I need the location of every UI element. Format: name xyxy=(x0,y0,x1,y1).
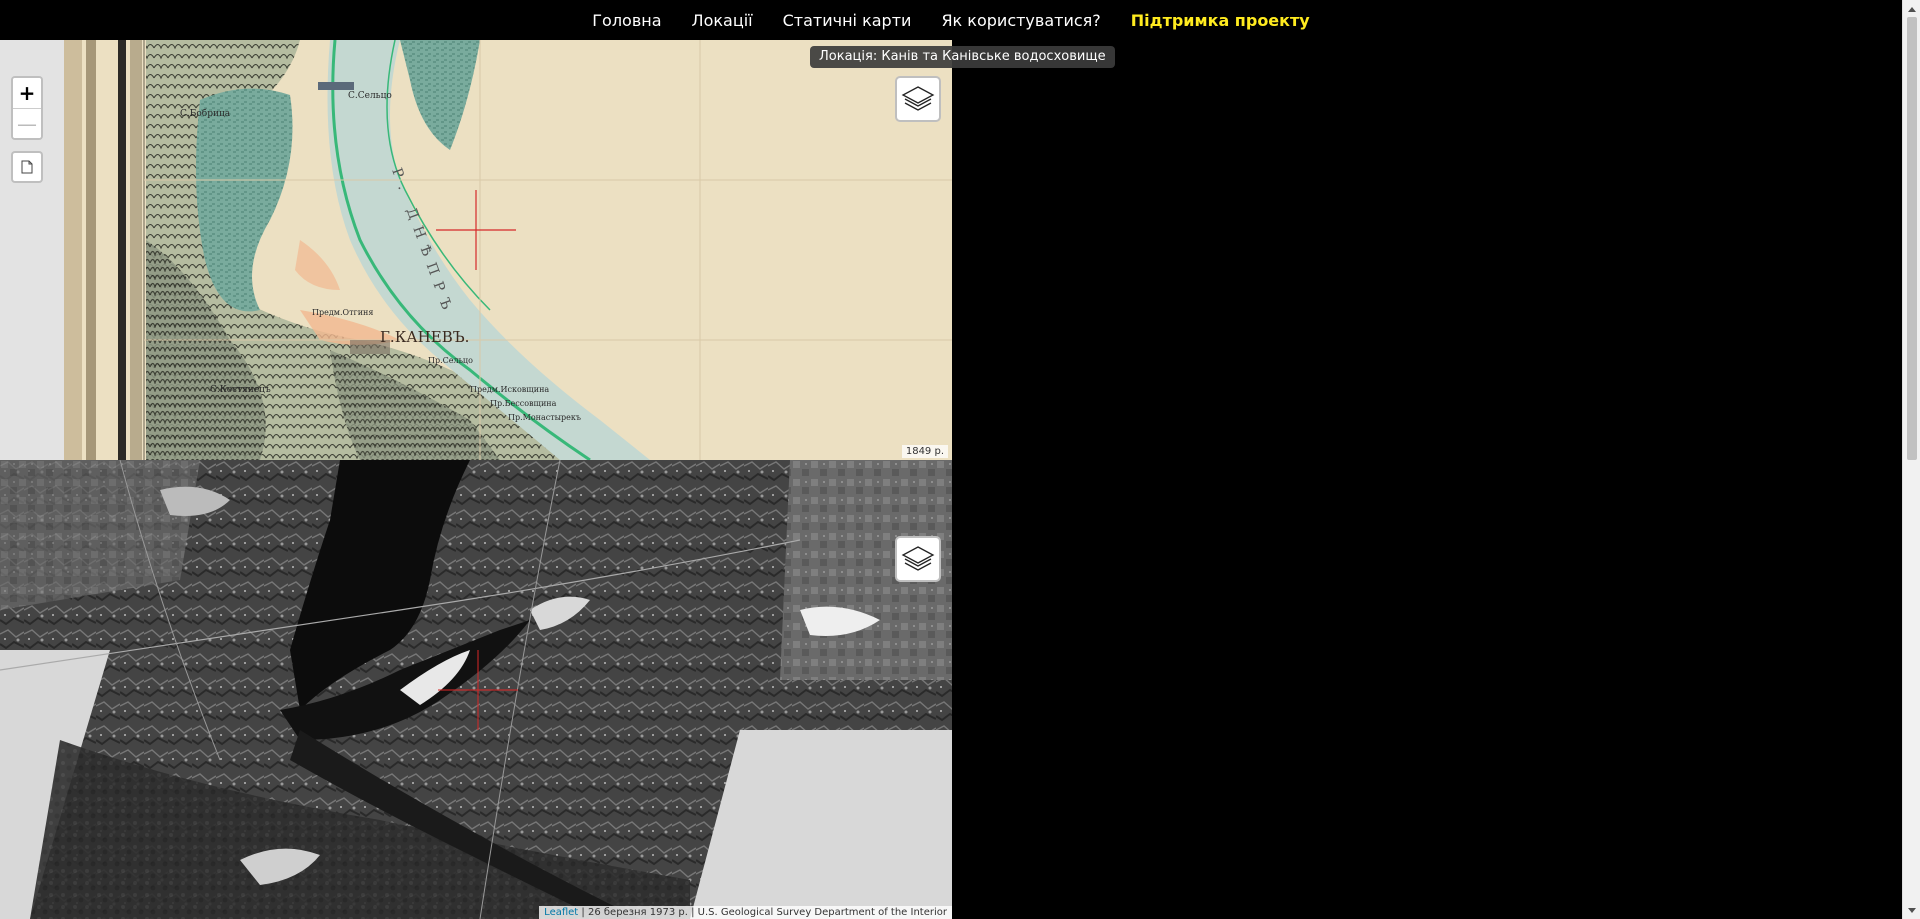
zoom-control: + — xyxy=(11,76,43,140)
scroll-down-arrow[interactable] xyxy=(1903,902,1920,919)
layers-icon xyxy=(901,546,935,571)
layers-button-top[interactable] xyxy=(895,76,941,122)
map-label-village: С.Костянецъ xyxy=(210,385,271,395)
zoom-out-button[interactable]: — xyxy=(13,108,41,138)
scroll-up-arrow[interactable] xyxy=(1903,0,1920,17)
location-badge: Локація: Канів та Канівське водосховище xyxy=(810,46,1115,68)
zoom-in-button[interactable]: + xyxy=(13,78,41,108)
nav-static-maps[interactable]: Статичні карти xyxy=(783,11,912,30)
map-date-label: 1849 р. xyxy=(901,445,948,458)
page-scrollbar[interactable] xyxy=(1902,0,1920,919)
map-label-suburb: Пр.Бессовщина xyxy=(490,399,557,408)
satellite-map-tiles[interactable] xyxy=(0,460,952,919)
map-label-suburb: Предм.Исковщина xyxy=(470,385,549,394)
leaflet-link[interactable]: Leaflet xyxy=(544,907,578,918)
attribution-text: | 26 березня 1973 р. | U.S. Geological S… xyxy=(581,907,947,918)
map-label-village: С.Бобрица xyxy=(180,108,231,119)
top-navigation: Головна Локації Статичні карти Як корист… xyxy=(0,0,1902,40)
layers-icon xyxy=(901,86,935,111)
nav-locations[interactable]: Локації xyxy=(692,11,753,30)
satellite-map-pane[interactable]: Leaflet | 26 березня 1973 р. | U.S. Geol… xyxy=(0,460,952,919)
document-button[interactable] xyxy=(11,151,43,183)
nav-support-project[interactable]: Підтримка проекту xyxy=(1131,11,1310,30)
historical-map-tiles[interactable]: Г.КАНЕВЪ. С.Бобрица С.Сельцо С.Костянецъ… xyxy=(0,40,952,460)
document-icon xyxy=(21,160,33,174)
map-label-suburb: Предм.Отгиня xyxy=(312,308,373,317)
map-label-suburb: Пр.Монастырекъ xyxy=(508,413,581,422)
scroll-thumb[interactable] xyxy=(1907,17,1917,460)
chevron-up-icon xyxy=(1908,6,1916,12)
map-label-suburb: Пр.Сельцо xyxy=(428,356,473,365)
nav-how-to-use[interactable]: Як користуватися? xyxy=(941,11,1100,30)
map-attribution: Leaflet | 26 березня 1973 р. | U.S. Geol… xyxy=(539,906,952,919)
layers-button-bottom[interactable] xyxy=(895,536,941,582)
map-label-town: Г.КАНЕВЪ. xyxy=(380,328,469,346)
map-label-village: С.Сельцо xyxy=(348,91,392,101)
chevron-down-icon xyxy=(1908,907,1916,913)
nav-home[interactable]: Головна xyxy=(592,11,661,30)
historical-map-pane[interactable]: Г.КАНЕВЪ. С.Бобрица С.Сельцо С.Костянецъ… xyxy=(0,40,952,460)
